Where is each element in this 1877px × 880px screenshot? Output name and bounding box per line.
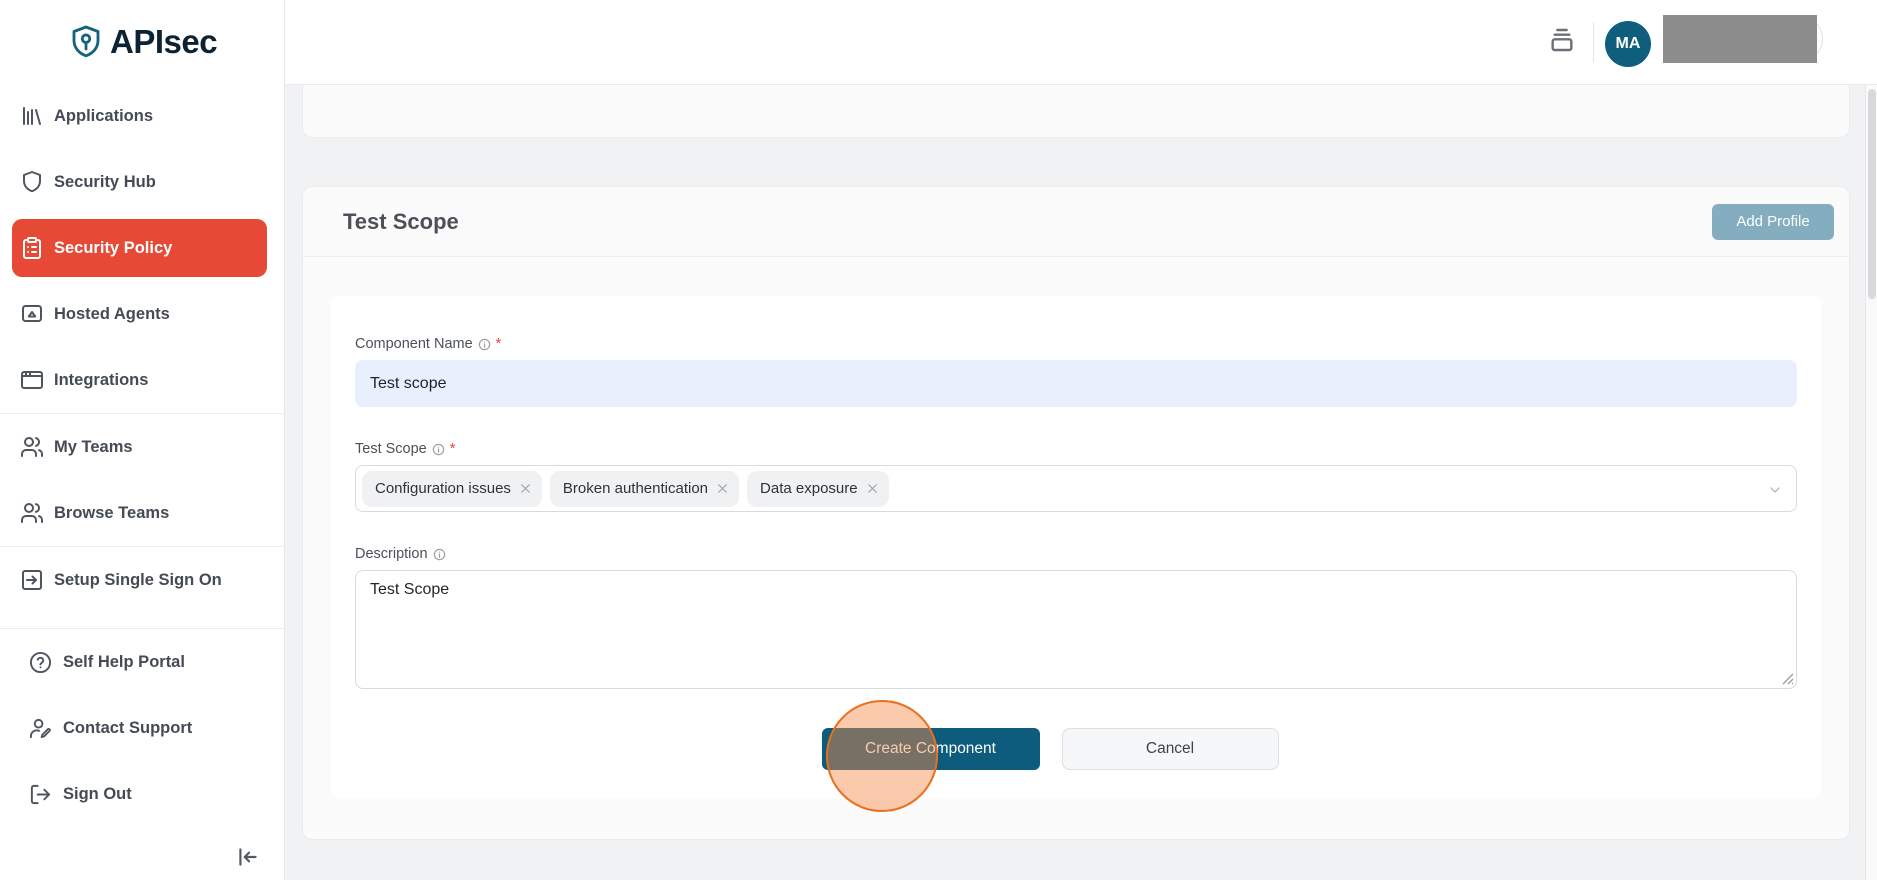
create-component-button[interactable]: Create Component: [822, 728, 1040, 770]
sidebar-item-applications[interactable]: Applications: [0, 83, 284, 149]
description-textarea[interactable]: Test Scope: [355, 570, 1797, 689]
sidebar-collapse-icon[interactable]: [235, 844, 261, 870]
sidebar-item-sign-out[interactable]: Sign Out: [0, 761, 284, 827]
log-out-icon: [29, 782, 53, 806]
card-header: Test Scope Add Profile: [303, 187, 1849, 257]
tag-broken-authentication: Broken authentication: [550, 471, 739, 507]
page-title: Test Scope: [343, 209, 459, 235]
sidebar-item-my-teams[interactable]: My Teams: [0, 414, 284, 480]
app-logo-text: APIsec: [110, 23, 217, 61]
info-icon[interactable]: [433, 548, 446, 561]
previous-card-bottom: [302, 84, 1850, 138]
app-logo[interactable]: APIsec: [0, 0, 284, 83]
description-label: Description: [355, 546, 1797, 562]
sidebar-item-label: Contact Support: [63, 719, 192, 738]
sidebar-item-label: Browse Teams: [54, 504, 169, 523]
users-icon: [20, 435, 44, 459]
info-icon[interactable]: [478, 338, 491, 351]
sidebar-item-hosted-agents[interactable]: Hosted Agents: [0, 281, 284, 347]
header-divider: [1593, 22, 1594, 62]
app-window-icon: [20, 368, 44, 392]
form-actions: Create Component Cancel: [329, 728, 1771, 770]
sign-in-box-icon: [20, 568, 44, 592]
test-scope-multiselect[interactable]: Configuration issues Broken authenticati…: [355, 465, 1797, 512]
add-profile-button[interactable]: Add Profile: [1712, 204, 1834, 240]
redacted-username: [1663, 15, 1817, 63]
user-pen-icon: [29, 716, 53, 740]
avatar[interactable]: MA: [1605, 21, 1651, 67]
sidebar-item-self-help-portal[interactable]: Self Help Portal: [0, 629, 284, 695]
remove-tag-icon[interactable]: [519, 482, 532, 495]
required-asterisk: *: [496, 336, 502, 352]
sidebar-item-browse-teams[interactable]: Browse Teams: [0, 480, 284, 546]
remove-tag-icon[interactable]: [716, 482, 729, 495]
sidebar: APIsec Applications Security Hub Securit…: [0, 0, 285, 880]
sidebar-item-label: My Teams: [54, 438, 133, 457]
apisec-shield-icon: [68, 24, 104, 60]
component-name-input[interactable]: [355, 360, 1797, 407]
sidebar-item-label: Hosted Agents: [54, 305, 170, 324]
scrollbar[interactable]: [1865, 85, 1877, 880]
sidebar-item-integrations[interactable]: Integrations: [0, 347, 284, 413]
clipboard-list-icon: [20, 236, 44, 260]
users-icon: [20, 501, 44, 525]
info-icon[interactable]: [432, 443, 445, 456]
help-circle-icon: [29, 650, 53, 674]
sidebar-item-setup-sso[interactable]: Setup Single Sign On: [0, 547, 284, 613]
top-header: MA: [285, 0, 1877, 85]
sidebar-item-security-policy[interactable]: Security Policy: [12, 219, 267, 277]
monitor-icon: [20, 302, 44, 326]
resize-grip-icon[interactable]: [1782, 673, 1794, 685]
sidebar-item-label: Integrations: [54, 371, 148, 390]
component-name-label: Component Name *: [355, 336, 1797, 352]
tag-data-exposure: Data exposure: [747, 471, 889, 507]
cancel-button[interactable]: Cancel: [1062, 728, 1279, 770]
test-scope-label: Test Scope *: [355, 441, 1797, 457]
sidebar-item-security-hub[interactable]: Security Hub: [0, 149, 284, 215]
sidebar-item-contact-support[interactable]: Contact Support: [0, 695, 284, 761]
sidebar-item-label: Setup Single Sign On: [54, 571, 222, 590]
content-area: Test Scope Add Profile Component Name * …: [285, 85, 1877, 880]
shield-icon: [20, 170, 44, 194]
sidebar-item-label: Sign Out: [63, 785, 132, 804]
archive-icon[interactable]: [1546, 24, 1578, 56]
tag-configuration-issues: Configuration issues: [362, 471, 542, 507]
remove-tag-icon[interactable]: [866, 482, 879, 495]
required-asterisk: *: [450, 441, 456, 457]
sidebar-item-label: Security Policy: [54, 239, 172, 258]
component-form: Component Name * Test Scope: [331, 296, 1821, 799]
sidebar-item-label: Applications: [54, 107, 153, 126]
sidebar-item-label: Security Hub: [54, 173, 156, 192]
chevron-down-icon: [1767, 482, 1783, 498]
library-icon: [20, 104, 44, 128]
sidebar-item-label: Self Help Portal: [63, 653, 185, 672]
test-scope-card: Test Scope Add Profile Component Name * …: [302, 186, 1850, 840]
scrollbar-thumb[interactable]: [1868, 89, 1876, 299]
